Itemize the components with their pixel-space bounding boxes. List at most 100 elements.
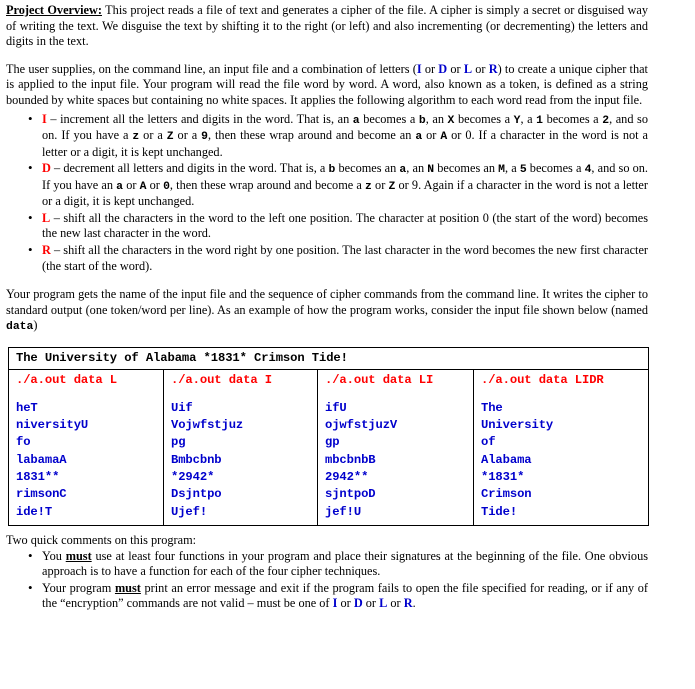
example-intro-part2: ) <box>33 318 38 333</box>
output-line: Vojwfstjuz <box>171 417 244 432</box>
rule-d-t10: , then these wrap around and become a <box>169 177 366 192</box>
rule-d-t2: becomes an <box>335 161 400 176</box>
rule-d-t9: or <box>146 177 164 192</box>
rule-i-t6: becomes a <box>543 111 603 126</box>
output-line: University <box>481 417 554 432</box>
rule-d-t11: or <box>371 177 389 192</box>
comment-sep3: or <box>387 596 404 611</box>
rule-i-t9: or a <box>173 128 202 143</box>
rule-i-m2: b <box>418 114 426 127</box>
rule-d-t6: becomes a <box>526 161 585 176</box>
output-line: fo <box>16 435 31 450</box>
output-line: gp <box>325 435 340 450</box>
output-line: labamaA <box>16 452 67 467</box>
output-line: The <box>481 400 503 415</box>
letter-l-inline: L <box>463 61 473 76</box>
example-intro-part1: Your program gets the name of the input … <box>6 287 648 317</box>
intro-text-part1: The user supplies, on the command line, … <box>6 61 417 76</box>
rule-d-t3: , an <box>406 161 428 176</box>
rule-d-t8: or <box>123 177 140 192</box>
comment-1-t2: use at least four functions in your prog… <box>42 548 649 579</box>
rule-letter-r: R <box>42 243 51 258</box>
output-cell-3: ifU ojwfstjuzV gp mbcbnbB 2942** sjntpoD… <box>317 389 474 526</box>
rule-i-t2: becomes a <box>359 111 419 126</box>
rule-item-shift-left: L – shift all the characters in the word… <box>0 210 695 242</box>
command-line-intro-paragraph: The user supplies, on the command line, … <box>0 62 695 109</box>
project-overview-text: This project reads a file of text and ge… <box>6 3 648 49</box>
rule-d-t4: becomes an <box>434 161 499 176</box>
output-line: ojwfstjuzV <box>325 417 398 432</box>
output-line: Dsjntpo <box>171 487 222 502</box>
rule-item-shift-right: R – shift all the characters in the word… <box>0 242 695 274</box>
letter-d-inline: D <box>438 61 448 76</box>
rule-i-t4: becomes a <box>454 111 514 126</box>
output-line: 2942** <box>325 469 369 484</box>
example-intro-paragraph: Your program gets the name of the input … <box>0 287 695 335</box>
output-cell-4: The University of Alabama *1831* Crimson… <box>472 389 650 526</box>
comment-sep2: or <box>362 596 380 611</box>
output-line: mbcbnbB <box>325 452 376 467</box>
comment-letter-d: D <box>353 596 363 611</box>
example-table-wrapper: The University of Alabama *1831* Crimson… <box>0 346 695 526</box>
comment-item-functions: You must use at least four functions in … <box>0 548 695 580</box>
output-line: Tide! <box>481 504 518 519</box>
output-line: Uif <box>171 400 193 415</box>
rule-d-m7: a <box>116 180 124 193</box>
project-overview-heading: Project Overview: <box>6 3 102 17</box>
output-cell-1: heT niversityU fo labamaA 1831** rimsonC… <box>8 389 164 526</box>
comment-2-t1: Your program <box>42 580 115 595</box>
project-overview-paragraph: Project Overview: This project reads a f… <box>0 0 695 50</box>
cipher-example-table: The University of Alabama *1831* Crimson… <box>7 346 650 526</box>
rule-i-m8: Z <box>166 131 174 144</box>
comment-1-t1: You <box>42 548 66 563</box>
output-cell-2: Uif Vojwfstjuz pg Bmbcbnb *2942* Dsjntpo… <box>163 389 318 526</box>
rule-d-m5: 5 <box>519 164 527 177</box>
output-line: pg <box>171 435 186 450</box>
output-line: heT <box>16 400 38 415</box>
output-line: ifU <box>325 400 347 415</box>
document-page: Project Overview: This project reads a f… <box>0 0 695 689</box>
output-line: *2942* <box>171 469 215 484</box>
comments-lead-paragraph: Two quick comments on this program: <box>6 532 197 547</box>
rule-i-m5: 1 <box>536 114 543 127</box>
rule-i-m1: a <box>352 114 360 127</box>
comment-2-t3: . <box>412 596 416 611</box>
rule-i-t8: or a <box>139 128 167 143</box>
output-line: ide!T <box>16 504 53 519</box>
command-cell-3: ./a.out data LI <box>317 369 474 390</box>
rule-i-t10: , then these wrap around and become an <box>207 128 416 143</box>
rule-item-decrement: D – decrement all letters and digits in … <box>0 160 695 210</box>
rule-i-m9: 9 <box>201 131 208 144</box>
output-line: 1831** <box>16 469 60 484</box>
rule-d-m10: z <box>365 180 372 193</box>
input-file-name: data <box>6 321 34 334</box>
output-line: rimsonC <box>16 487 67 502</box>
rule-d-m9: 0 <box>163 180 170 193</box>
rule-letter-l: L <box>42 210 51 225</box>
rule-d-t5: , a <box>504 161 520 176</box>
command-cell-4: ./a.out data LIDR <box>472 369 650 390</box>
command-cell-2: ./a.out data I <box>163 369 318 390</box>
rule-letter-d: D <box>42 161 51 176</box>
output-line: Ujef! <box>171 504 208 519</box>
intro-sep2: or <box>447 61 464 76</box>
rule-i-t5: , a <box>520 111 537 126</box>
output-line: niversityU <box>16 417 89 432</box>
comment-sep1: or <box>337 596 354 611</box>
comment-2-emphasis: must <box>114 580 141 595</box>
input-file-contents: The University of Alabama *1831* Crimson… <box>7 346 650 371</box>
rule-i-t3: , an <box>425 111 448 126</box>
output-line: Crimson <box>481 487 532 502</box>
rule-d-t1: – decrement all letters and digits in th… <box>50 161 329 176</box>
table-row-commands: ./a.out data L ./a.out data I ./a.out da… <box>8 369 650 390</box>
command-cell-1: ./a.out data L <box>8 369 164 390</box>
rule-l-text: – shift all the characters in the word t… <box>42 210 648 241</box>
intro-sep3: or <box>472 61 489 76</box>
output-line: *1831* <box>481 469 525 484</box>
comment-item-error-handling: Your program must print an error message… <box>0 580 695 612</box>
rule-i-t11: or <box>422 128 441 143</box>
